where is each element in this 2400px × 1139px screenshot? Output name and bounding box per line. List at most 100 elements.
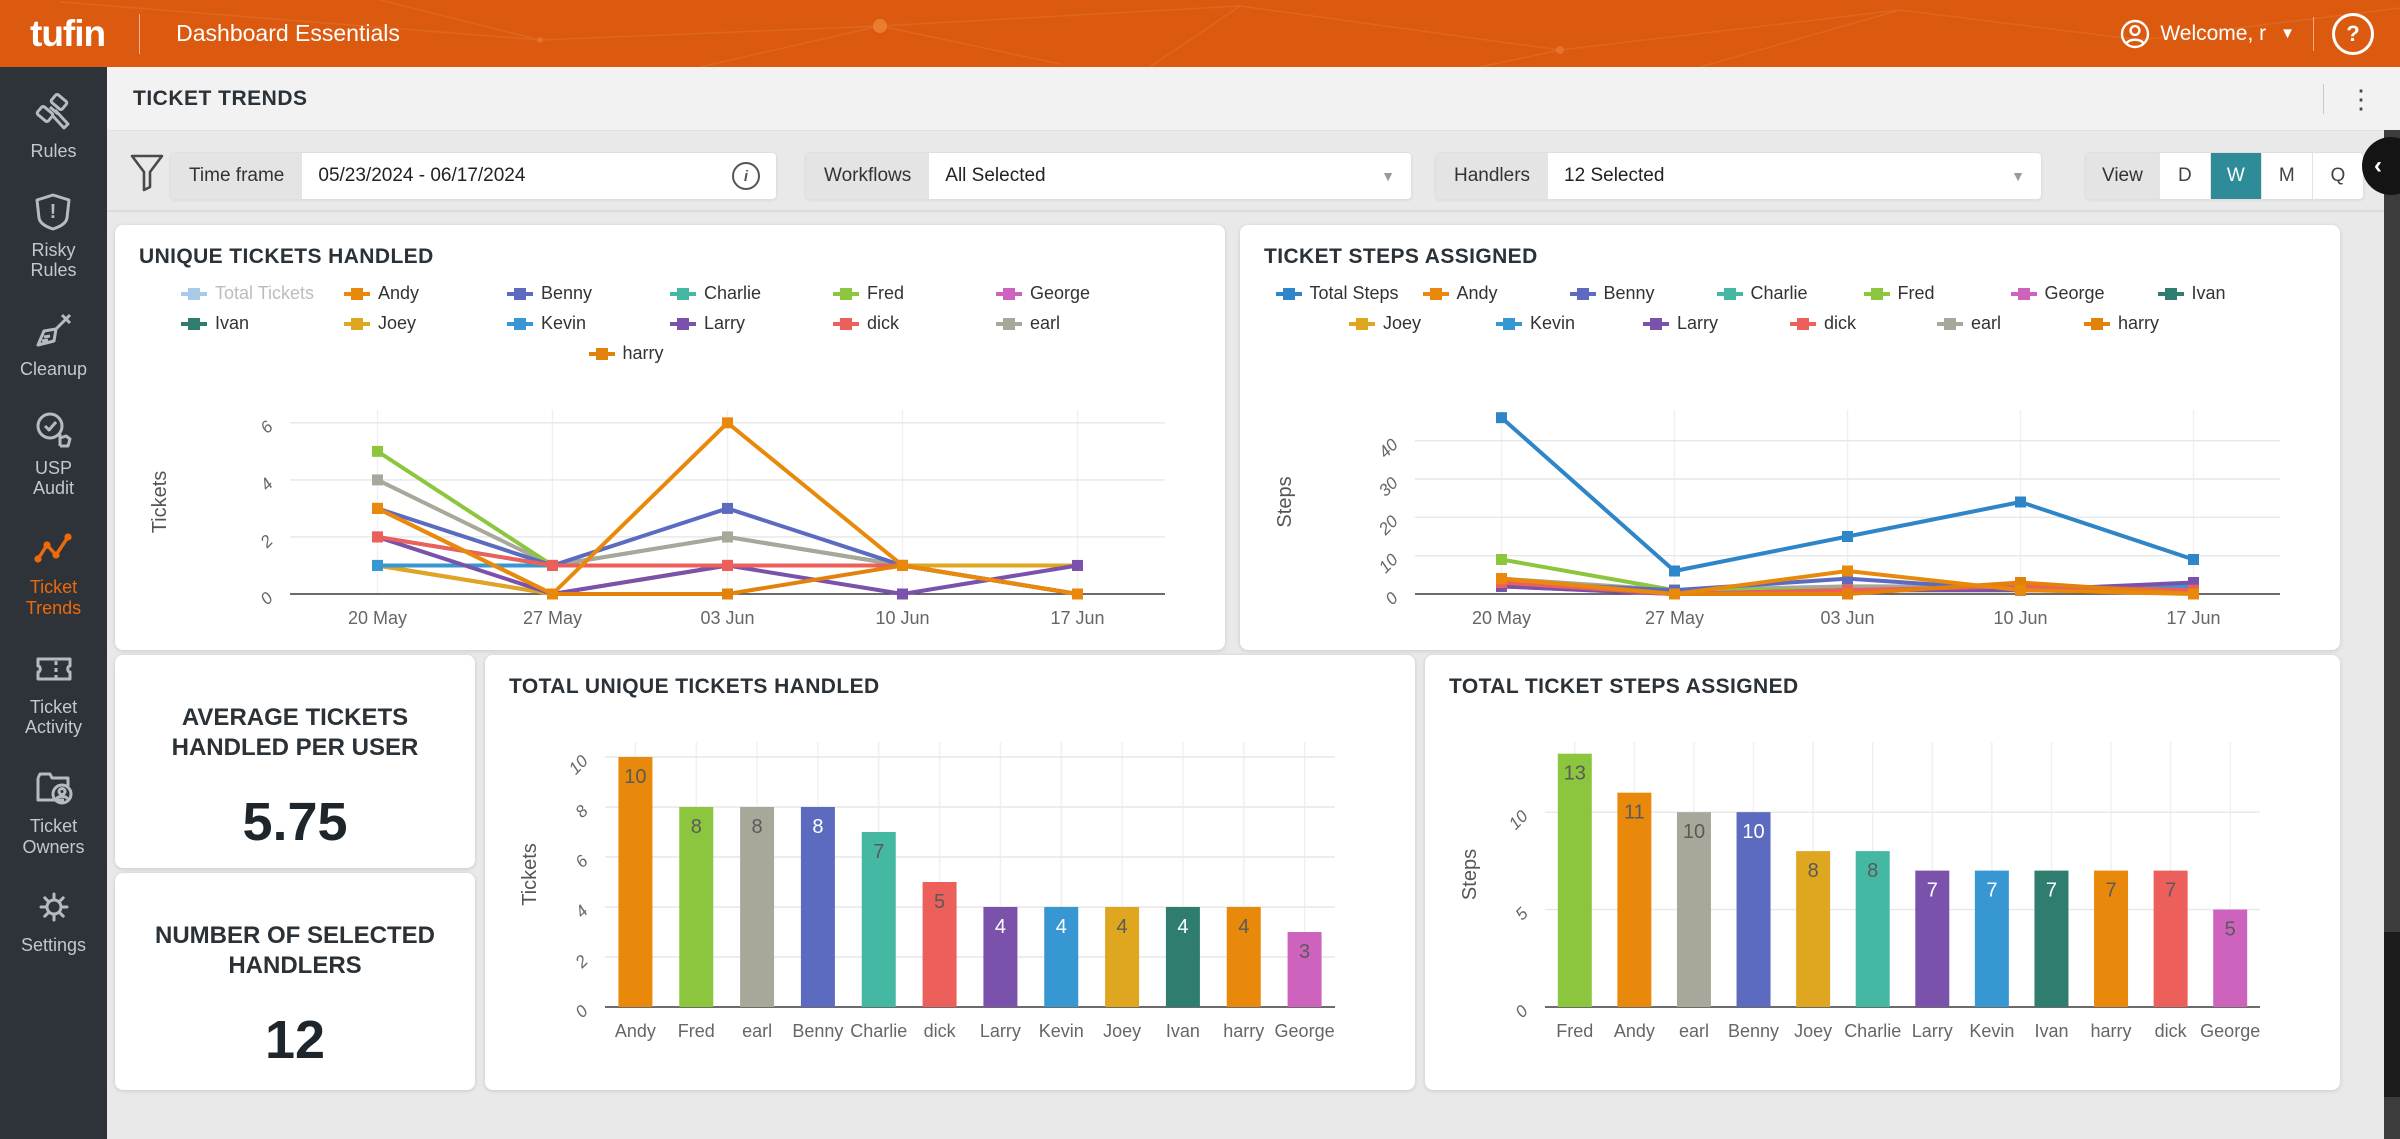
svg-text:11: 11 <box>1624 802 1645 824</box>
legend-label: Benny <box>541 283 593 303</box>
svg-text:2: 2 <box>256 531 277 552</box>
legend-label: Andy <box>378 283 420 303</box>
svg-text:10: 10 <box>565 751 592 778</box>
legend-item-charlie[interactable]: Charlie <box>1716 283 1864 304</box>
handlers-select[interactable]: 12 Selected ▼ <box>1548 153 2041 199</box>
left-sidebar: Rules ! Risky Rules Cleanup USP Audit Ticket Tre… <box>0 67 107 1139</box>
card-title: TICKET STEPS ASSIGNED <box>1264 245 1538 268</box>
legend-item-joey[interactable]: Joey <box>344 313 507 334</box>
card-title: TOTAL TICKET STEPS ASSIGNED <box>1449 675 1799 698</box>
svg-text:8: 8 <box>572 801 593 822</box>
legend-label: Fred <box>867 283 905 303</box>
sidebar-item-cleanup[interactable]: Cleanup <box>0 311 107 380</box>
total-ticket-steps-bar-chart: 0 5 10 Fred Andy earl Benny Joey Charlie Larry Kev… <box>1459 742 2260 1041</box>
stat-title: AVERAGE TICKETS HANDLED PER USER <box>171 704 419 761</box>
svg-text:8: 8 <box>1867 860 1878 882</box>
legend-item-benny[interactable]: Benny <box>507 283 670 304</box>
workflows-label: Workflows <box>806 153 930 199</box>
legend-item-kevin[interactable]: Kevin <box>1496 313 1643 334</box>
legend-item-fred[interactable]: Fred <box>1863 283 2011 304</box>
time-frame-input[interactable]: 05/23/2024 - 06/17/2024 i <box>302 153 776 199</box>
view-option-w[interactable]: W <box>2209 153 2261 199</box>
legend: Total Steps Andy Benny Charlie Fred George Iva… <box>1240 283 2340 334</box>
sidebar-item-label: Cleanup <box>19 359 88 380</box>
legend-item-benny[interactable]: Benny <box>1569 283 1717 304</box>
unique-tickets-handled-card: UNIQUE TICKETS HANDLED Total Tickets Andy… <box>115 225 1225 650</box>
info-icon[interactable]: i <box>732 162 760 190</box>
svg-text:Joey: Joey <box>1103 1021 1141 1041</box>
legend-item-larry[interactable]: Larry <box>1643 313 1790 334</box>
legend-item-earl[interactable]: earl <box>1937 313 2084 334</box>
ticket-steps-assigned-card: TICKET STEPS ASSIGNED Total Steps Andy Ben… <box>1240 225 2340 650</box>
legend-item-joey[interactable]: Joey <box>1349 313 1496 334</box>
legend-item-harry[interactable]: harry <box>588 343 752 364</box>
legend-marker <box>1349 317 1375 331</box>
legend-marker <box>181 317 207 331</box>
help-button[interactable]: ? <box>2332 12 2374 55</box>
broom-icon <box>36 314 71 347</box>
legend-item-andy[interactable]: Andy <box>1422 283 1570 304</box>
sidebar-item-ticket-owners[interactable]: Ticket Owners <box>0 768 107 857</box>
svg-text:8: 8 <box>691 816 702 838</box>
svg-text:earl: earl <box>1679 1021 1709 1041</box>
view-option-d[interactable]: D <box>2158 153 2210 199</box>
workflows-value: All Selected <box>945 165 1046 186</box>
legend-marker <box>344 317 370 331</box>
legend-label: Joey <box>1383 313 1422 333</box>
top-bar: tufin Dashboard Essentials Welcome, r ▼ … <box>0 0 2400 67</box>
svg-text:13: 13 <box>1564 763 1586 785</box>
chevron-left-icon: ‹ <box>2374 152 2382 179</box>
card-title: UNIQUE TICKETS HANDLED <box>139 245 434 268</box>
legend-item-larry[interactable]: Larry <box>670 313 833 334</box>
svg-text:4: 4 <box>572 901 592 921</box>
legend-item-total-steps[interactable]: Total Steps <box>1275 283 1423 304</box>
stat-value: 12 <box>264 1010 326 1070</box>
svg-text:Tickets: Tickets <box>519 843 541 906</box>
user-menu[interactable]: Welcome, r ▼ <box>2120 19 2295 49</box>
svg-text:03 Jun: 03 Jun <box>1820 608 1874 628</box>
sidebar-item-settings[interactable]: Settings <box>0 887 107 956</box>
svg-text:Tickets: Tickets <box>149 471 171 534</box>
svg-text:7: 7 <box>2165 880 2176 902</box>
time-frame-filter: Time frame 05/23/2024 - 06/17/2024 i <box>170 152 777 200</box>
sidebar-item-usp-audit[interactable]: USP Audit <box>0 410 107 499</box>
svg-text:10: 10 <box>624 766 646 788</box>
legend-item-harry[interactable]: harry <box>2084 313 2231 334</box>
legend-item-andy[interactable]: Andy <box>344 283 507 304</box>
kebab-menu-icon[interactable]: ⋮ <box>2340 86 2382 112</box>
legend-marker <box>181 287 207 301</box>
legend-marker <box>833 287 859 301</box>
legend-marker <box>1863 287 1890 301</box>
legend-item-earl[interactable]: earl <box>996 313 1159 334</box>
legend-item-fred[interactable]: Fred <box>833 283 996 304</box>
sidebar-item-rules[interactable]: Rules <box>0 93 107 162</box>
svg-text:harry: harry <box>2091 1021 2132 1041</box>
legend-item-total-tickets[interactable]: Total Tickets <box>181 283 344 304</box>
sidebar-item-label: Rules <box>30 141 77 161</box>
legend-item-dick[interactable]: dick <box>1790 313 1937 334</box>
view-option-m[interactable]: M <box>2260 153 2312 199</box>
legend-item-ivan[interactable]: Ivan <box>2157 283 2305 304</box>
sidebar-item-label: Ticket Owners <box>22 815 85 857</box>
svg-text:3: 3 <box>1299 941 1310 963</box>
sidebar-item-ticket-trends[interactable]: Ticket Trends <box>0 529 107 618</box>
view-option-q[interactable]: Q <box>2311 153 2363 199</box>
svg-text:20 May: 20 May <box>348 608 407 628</box>
legend-item-ivan[interactable]: Ivan <box>181 313 344 334</box>
svg-text:Steps: Steps <box>1274 476 1296 527</box>
sidebar-item-risky-rules[interactable]: ! Risky Rules <box>0 192 107 281</box>
legend-item-charlie[interactable]: Charlie <box>670 283 833 304</box>
sidebar-item-ticket-activity[interactable]: Ticket Activity <box>0 649 107 738</box>
legend-marker <box>588 347 615 361</box>
workflows-select[interactable]: All Selected ▼ <box>929 153 1411 199</box>
legend-label: Larry <box>704 313 746 333</box>
svg-text:4: 4 <box>1117 916 1128 938</box>
legend-item-kevin[interactable]: Kevin <box>507 313 670 334</box>
gear-icon <box>39 892 68 922</box>
svg-text:6: 6 <box>257 417 278 438</box>
legend-item-dick[interactable]: dick <box>833 313 996 334</box>
scrollbar-thumb[interactable] <box>2384 932 2400 1097</box>
legend-item-george[interactable]: George <box>2010 283 2158 304</box>
legend-label: dick <box>867 313 900 333</box>
legend-item-george[interactable]: George <box>996 283 1159 304</box>
